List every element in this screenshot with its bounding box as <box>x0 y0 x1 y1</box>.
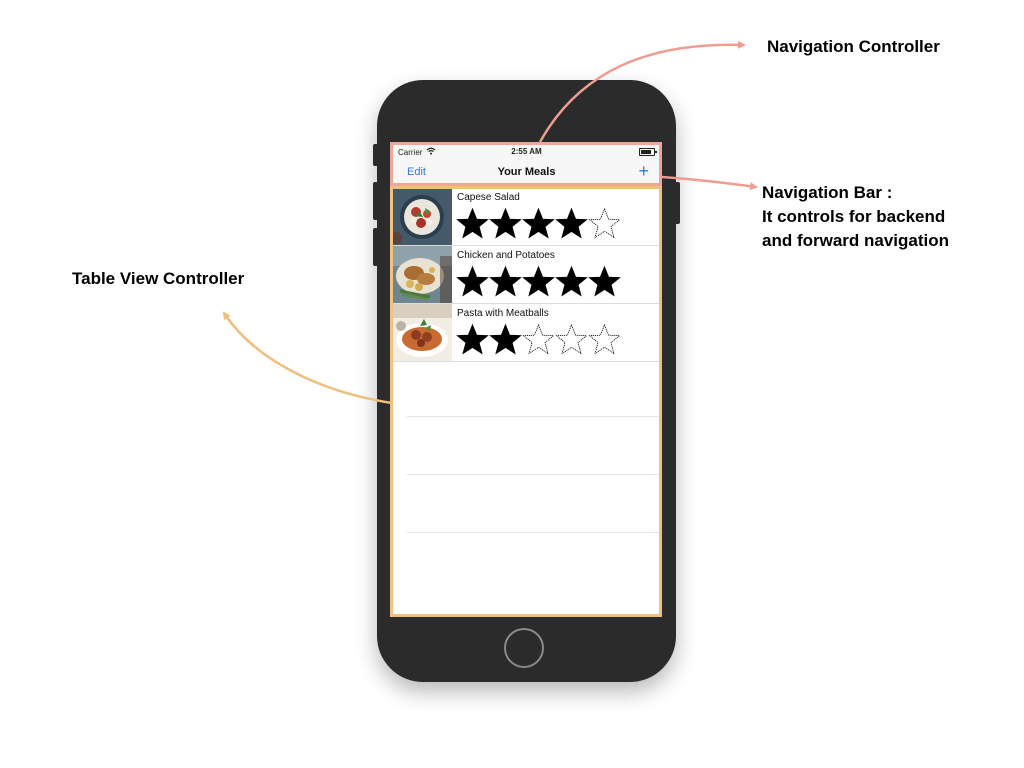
annotation-arrows <box>222 40 758 405</box>
navigation-controller-arrow <box>538 40 746 143</box>
table-view-controller-arrow <box>222 311 393 405</box>
navigation-bar-arrow <box>661 175 758 191</box>
